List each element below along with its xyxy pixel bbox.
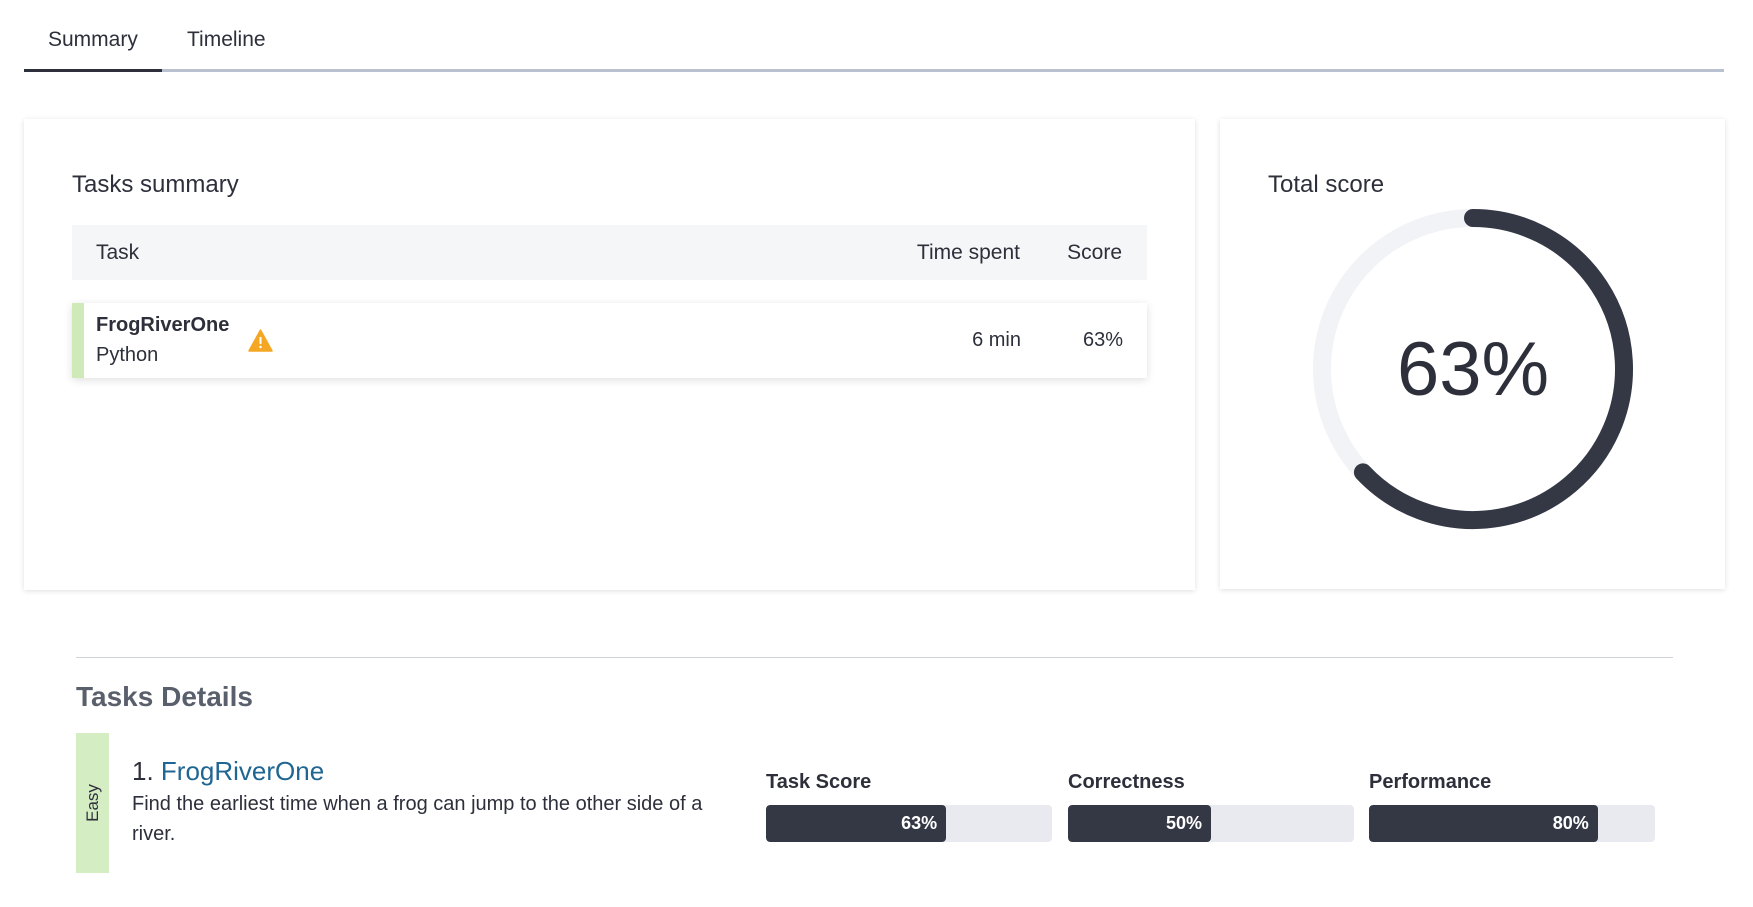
task-detail-heading: 1. FrogRiverOne — [132, 756, 324, 787]
metric-bar: 63% — [766, 805, 1052, 842]
column-header-task: Task — [96, 241, 140, 264]
metric-bar-fill: 50% — [1068, 805, 1211, 842]
task-language: Python — [96, 344, 159, 366]
metric-performance: Performance 80% — [1369, 771, 1655, 842]
tasks-details-title: Tasks Details — [76, 681, 253, 712]
difficulty-badge: Easy — [76, 733, 109, 873]
section-divider — [76, 657, 1673, 658]
metric-label: Task Score — [766, 771, 872, 793]
metric-bar: 80% — [1369, 805, 1655, 842]
total-score-card: Total score 63% — [1220, 119, 1725, 589]
metric-bar: 50% — [1068, 805, 1354, 842]
column-header-time-spent: Time spent — [916, 241, 1020, 264]
task-index: 1. — [132, 756, 154, 786]
metric-value: 80% — [1552, 813, 1589, 833]
active-tab-indicator — [24, 69, 162, 72]
table-row[interactable]: FrogRiverOne Python 6 min 63% — [72, 303, 1147, 378]
metric-correctness: Correctness 50% — [1068, 771, 1354, 842]
total-score-value: 63% — [1396, 326, 1550, 412]
tasks-summary-card: Tasks summary Task Time spent Score Frog… — [24, 119, 1195, 590]
difficulty-label: Easy — [82, 784, 102, 822]
metric-task-score: Task Score 63% — [766, 771, 1052, 842]
tab-bar: Summary Timeline — [24, 0, 1724, 72]
tab-timeline[interactable]: Timeline — [187, 28, 266, 52]
metric-label: Performance — [1369, 771, 1492, 793]
metric-value: 63% — [901, 813, 938, 833]
metric-bar-fill: 63% — [766, 805, 947, 842]
tasks-summary-title: Tasks summary — [72, 171, 239, 198]
task-detail-link[interactable]: FrogRiverOne — [161, 756, 324, 786]
warning-icon[interactable] — [248, 329, 273, 352]
column-header-score: Score — [1067, 241, 1122, 264]
task-description: Find the earliest time when a frog can j… — [132, 793, 703, 845]
total-score-title: Total score — [1268, 171, 1385, 198]
task-name: FrogRiverOne — [96, 314, 230, 336]
report-page: Summary Timeline Tasks summary Task Time… — [0, 0, 1753, 907]
metric-bar-fill: 80% — [1369, 805, 1598, 842]
tasks-table-header: Task Time spent Score — [72, 225, 1147, 280]
tab-summary[interactable]: Summary — [48, 28, 138, 52]
metric-value: 50% — [1165, 813, 1202, 833]
tab-summary-label: Summary — [48, 28, 138, 51]
task-score: 63% — [1082, 329, 1123, 351]
tab-timeline-label: Timeline — [187, 28, 266, 51]
metric-label: Correctness — [1068, 771, 1185, 793]
task-time-spent: 6 min — [972, 329, 1021, 351]
